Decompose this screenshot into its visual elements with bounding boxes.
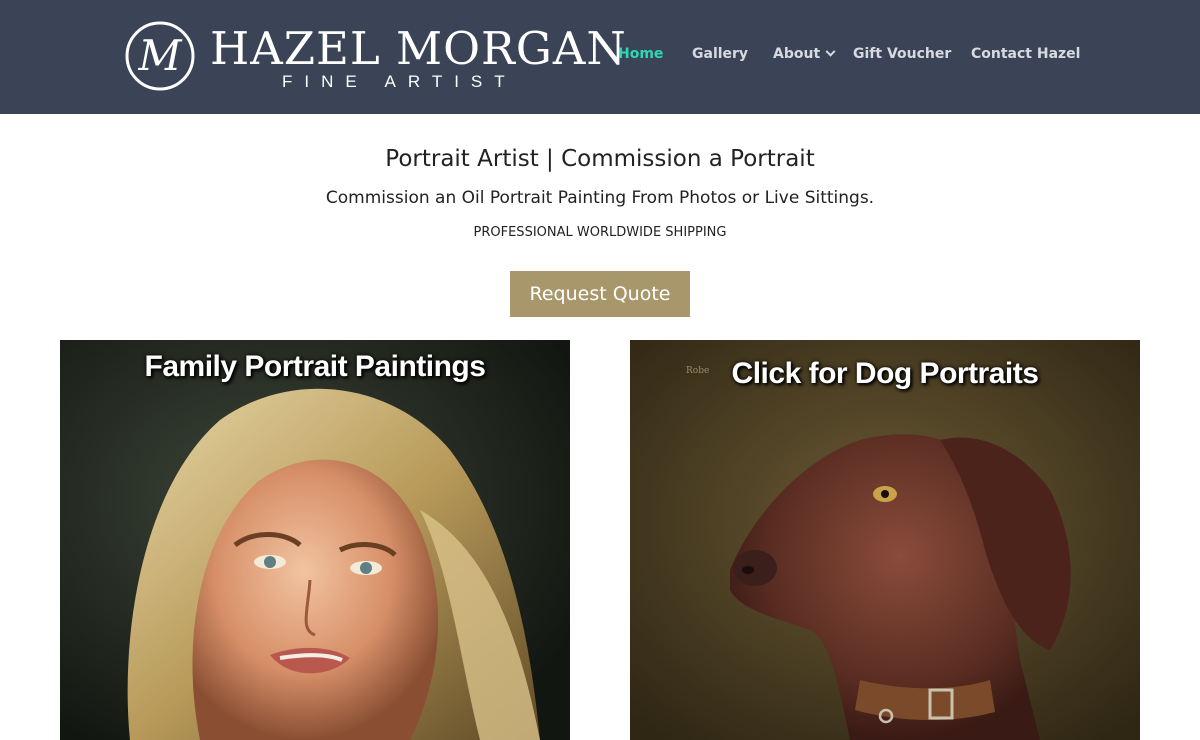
nav-item-gallery[interactable]: Gallery — [692, 46, 748, 62]
site-header: M HAZEL MORGAN FINE ARTIST Home Gallery … — [0, 0, 1200, 114]
family-portraits-caption: Family Portrait Paintings — [144, 350, 486, 383]
nav-item-contact[interactable]: Contact Hazel — [971, 46, 1080, 62]
nav-item-about[interactable]: About — [773, 46, 836, 62]
dog-portraits-card[interactable]: Robe Click for Dog Portraits — [630, 340, 1140, 740]
nav-item-home[interactable]: Home — [618, 46, 663, 62]
nav-item-about-label: About — [773, 46, 821, 62]
family-portraits-card[interactable]: Family Portrait Paintings — [60, 340, 570, 740]
page-subtitle: Commission an Oil Portrait Painting From… — [325, 188, 875, 208]
chevron-down-icon — [825, 46, 836, 57]
monogram-logo-icon: M — [125, 21, 195, 91]
site-logo[interactable]: M HAZEL MORGAN FINE ARTIST — [124, 20, 634, 96]
page-title: Portrait Artist | Commission a Portrait — [385, 146, 815, 172]
shipping-note: PROFESSIONAL WORLDWIDE SHIPPING — [473, 225, 727, 240]
brand-name: HAZEL MORGAN — [210, 22, 627, 75]
brand-tagline: FINE ARTIST — [282, 72, 517, 91]
dog-portrait-image — [630, 340, 1140, 740]
dog-portraits-caption: Click for Dog Portraits — [731, 357, 1039, 390]
woman-portrait-image — [60, 340, 570, 740]
monogram-letter: M — [137, 31, 182, 80]
request-quote-button[interactable]: Request Quote — [510, 271, 690, 317]
nav-item-gift-voucher[interactable]: Gift Voucher — [853, 46, 951, 62]
